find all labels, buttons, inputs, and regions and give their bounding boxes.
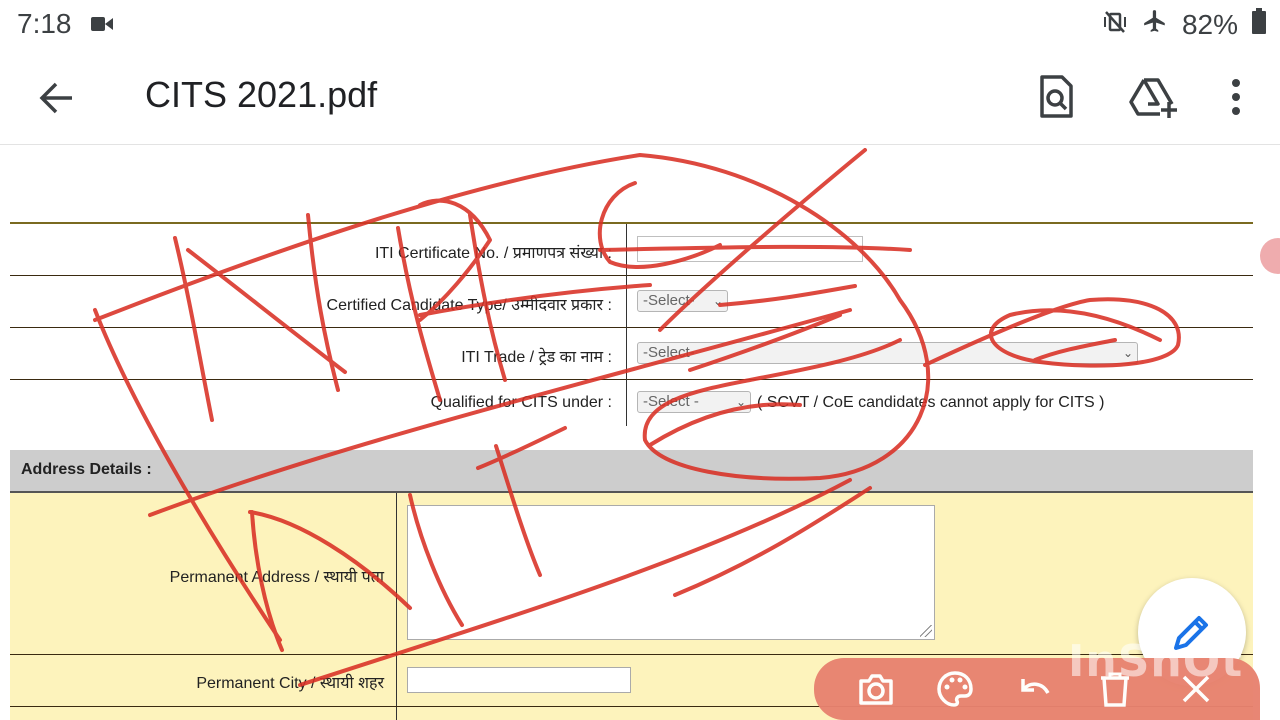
table-top-border — [10, 222, 1253, 224]
vibrate-mute-icon — [1102, 9, 1128, 41]
chevron-down-icon: ⌄ — [735, 395, 746, 409]
battery-icon — [1252, 8, 1266, 41]
row-divider — [10, 275, 1253, 276]
undo-icon[interactable] — [1015, 669, 1055, 709]
candidate-type-value: -Select- — [643, 292, 695, 309]
iti-trade-label: ITI Trade / ट्रेड का नाम : — [461, 349, 612, 366]
iti-certificate-label: ITI Certificate No. / प्रमाणपत्र संख्या … — [374, 245, 612, 262]
column-divider — [396, 493, 397, 720]
resize-grip-icon[interactable] — [920, 625, 932, 637]
iti-trade-select[interactable]: -Select- ⌄ — [637, 342, 1138, 364]
permanent-address-textarea[interactable] — [407, 505, 935, 640]
iti-certificate-input[interactable] — [637, 236, 863, 262]
column-divider — [626, 224, 627, 426]
permanent-address-label: Permanent Address / स्थायी पता — [169, 569, 384, 586]
address-section-title: Address Details : — [21, 461, 152, 478]
candidate-type-select[interactable]: -Select- ⌄ — [637, 290, 728, 312]
video-record-icon — [91, 15, 113, 38]
row-divider — [10, 379, 1253, 380]
inshot-watermark: InShOt — [1068, 636, 1244, 687]
candidate-type-label: Certified Candidate Type/ उम्मीदवार प्रक… — [326, 297, 612, 314]
chevron-down-icon: ⌄ — [1122, 346, 1133, 360]
drive-add-icon[interactable] — [1128, 74, 1178, 120]
airplane-mode-icon — [1142, 8, 1168, 41]
arrow-left-icon[interactable] — [34, 76, 78, 120]
iti-trade-value: -Select- — [643, 344, 695, 361]
qualified-select[interactable]: -Select - ⌄ — [637, 391, 751, 413]
more-vert-icon[interactable] — [1222, 74, 1250, 120]
battery-percent: 82% — [1181, 8, 1238, 40]
palette-icon[interactable] — [935, 669, 975, 709]
document-title: CITS 2021.pdf — [145, 74, 378, 115]
qualified-label: Qualified for CITS under : — [430, 394, 612, 411]
qualified-value: -Select - — [643, 393, 699, 410]
chevron-down-icon: ⌄ — [712, 294, 723, 308]
row-divider — [10, 654, 1253, 655]
address-section-header: Address Details : — [10, 450, 1253, 493]
permanent-city-input[interactable] — [407, 667, 631, 693]
permanent-city-label: Permanent City / स्थायी शहर — [196, 675, 384, 692]
document-search-icon[interactable] — [1034, 74, 1078, 120]
pdf-page[interactable]: ITI Certificate No. / प्रमाणपत्र संख्या … — [0, 145, 1280, 720]
status-indicators: 82% — [1102, 8, 1266, 41]
status-bar: 7:18 82% — [0, 0, 1280, 48]
status-time: 7:18 — [17, 8, 72, 39]
qualified-note: ( SCVT / CoE candidates cannot apply for… — [757, 394, 1105, 411]
camera-icon[interactable] — [856, 669, 896, 709]
row-divider — [10, 327, 1253, 328]
app-bar: CITS 2021.pdf — [0, 48, 1280, 145]
